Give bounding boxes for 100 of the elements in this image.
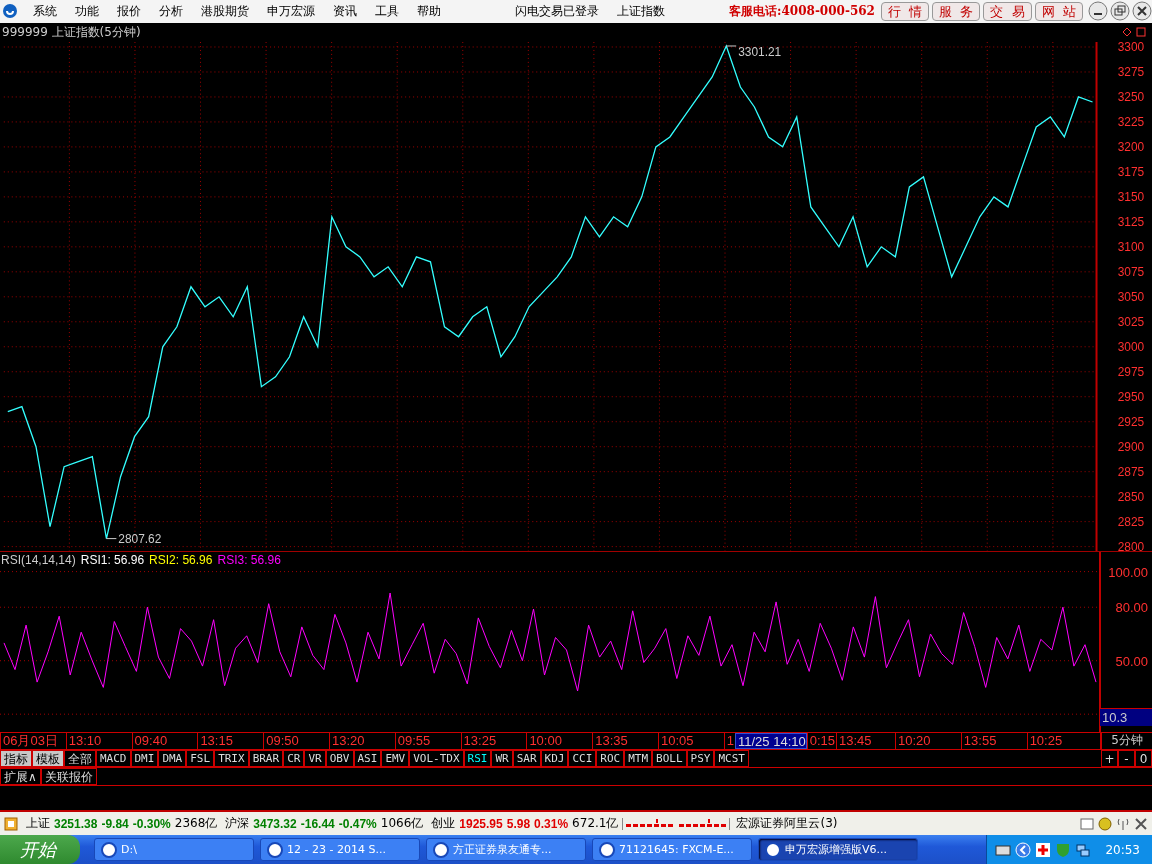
tools-icon[interactable] bbox=[1134, 816, 1148, 831]
axis-label: 3100 bbox=[1117, 239, 1145, 254]
coin-icon[interactable] bbox=[1098, 816, 1112, 831]
leader-line bbox=[105, 537, 117, 539]
menu-item[interactable]: 帮助 bbox=[408, 2, 450, 20]
indicator-tab[interactable]: RSI bbox=[463, 750, 492, 768]
indicator-tab[interactable]: TRIX bbox=[214, 750, 249, 768]
window-icon[interactable] bbox=[4, 816, 18, 831]
restore-icon[interactable] bbox=[1110, 1, 1130, 22]
indicator-tab[interactable]: DMA bbox=[158, 750, 187, 768]
axis-label: 2875 bbox=[1117, 464, 1145, 479]
index-percent: 0.31% bbox=[534, 816, 569, 831]
server-name: 宏源证券阿里云(3) bbox=[736, 815, 838, 833]
indicator-tab[interactable]: VOL-TDX bbox=[409, 750, 464, 768]
network-icon[interactable] bbox=[1075, 841, 1092, 858]
axis-label: 80.00 bbox=[1115, 600, 1148, 616]
index-change: 5.98 bbox=[506, 816, 531, 831]
menu-item[interactable]: 报价 bbox=[108, 2, 150, 20]
axis-label: 3000 bbox=[1117, 339, 1145, 354]
indicator-tab[interactable]: MTM bbox=[624, 750, 653, 768]
app-icon bbox=[101, 841, 117, 858]
chevron-icon[interactable] bbox=[1015, 841, 1032, 858]
clock-text: 20:53 bbox=[1105, 842, 1140, 857]
index-price: 3473.32 bbox=[253, 816, 297, 831]
menu-item[interactable]: 申万宏源 bbox=[258, 2, 324, 20]
group-tab[interactable]: 全部 bbox=[64, 750, 96, 768]
time-label: 10:25 bbox=[1026, 733, 1093, 750]
service-button[interactable]: 服 务 bbox=[932, 1, 981, 21]
first-aid-icon[interactable] bbox=[1035, 841, 1052, 858]
indicator-tab[interactable]: OBV bbox=[325, 750, 354, 768]
close-icon[interactable] bbox=[1132, 1, 1152, 22]
index-name: 创业 bbox=[431, 815, 456, 833]
taskbar-button[interactable]: 方正证券泉友通专... bbox=[426, 838, 586, 861]
indicator-tab[interactable]: MACD bbox=[96, 750, 131, 768]
status-text: 上证指数 bbox=[615, 2, 666, 20]
time-label: 13:20 bbox=[329, 733, 395, 750]
taskbar-button[interactable]: 71121645: FXCM-E... bbox=[592, 838, 752, 861]
indicator-tab[interactable]: BOLL bbox=[652, 750, 687, 768]
menu-item[interactable]: 工具 bbox=[366, 2, 408, 20]
minimize-icon[interactable] bbox=[1088, 1, 1108, 22]
menu-item[interactable]: 分析 bbox=[150, 2, 192, 20]
indicator-value: RSI1: 56.96 bbox=[80, 553, 145, 568]
service-button[interactable]: 交 易 bbox=[983, 1, 1032, 21]
extra-tab[interactable]: 关联报价 bbox=[40, 768, 97, 786]
indicator-tab[interactable]: PSY bbox=[686, 750, 715, 768]
indicator-tab[interactable]: ASI bbox=[353, 750, 382, 768]
menu-item[interactable]: 系统 bbox=[24, 2, 66, 20]
time-label: 09:40 bbox=[131, 733, 198, 750]
indicator-tab[interactable]: WR bbox=[491, 750, 513, 768]
service-button[interactable]: 网 站 bbox=[1034, 1, 1083, 21]
axis-label: 3275 bbox=[1117, 64, 1145, 79]
taskbar-button[interactable]: D:\ bbox=[94, 838, 254, 861]
axis-label: 2800 bbox=[1117, 539, 1145, 552]
app-icon bbox=[433, 841, 449, 858]
indicator-tab[interactable]: KDJ bbox=[540, 750, 569, 768]
window-icon[interactable] bbox=[1136, 27, 1146, 38]
indicator-tab[interactable]: DMI bbox=[130, 750, 159, 768]
indicator-tab[interactable]: SAR bbox=[512, 750, 541, 768]
hotline-text: 客服电话:4008-000-562 bbox=[729, 2, 875, 20]
zoom-button[interactable]: + bbox=[1101, 750, 1118, 768]
indicator-tab[interactable]: BRAR bbox=[248, 750, 284, 768]
index-percent: -0.30% bbox=[132, 816, 171, 831]
index-change: -9.84 bbox=[101, 816, 129, 831]
menu-item[interactable]: 功能 bbox=[66, 2, 108, 20]
index-price: 3251.38 bbox=[54, 816, 98, 831]
zoom-button[interactable]: 0 bbox=[1135, 750, 1152, 768]
axis-label: 3050 bbox=[1117, 289, 1145, 304]
service-button[interactable]: 行 情 bbox=[880, 1, 930, 21]
diamond-icon[interactable] bbox=[1122, 27, 1132, 38]
cursor-value: 10.3 bbox=[1100, 708, 1152, 727]
time-label: 10:20 bbox=[895, 733, 961, 750]
index-percent: -0.47% bbox=[338, 816, 377, 831]
document-icon[interactable] bbox=[1080, 816, 1094, 831]
leader-line bbox=[725, 45, 737, 47]
indicator-tab[interactable]: CR bbox=[283, 750, 305, 768]
extra-tab[interactable]: 扩展∧ bbox=[0, 768, 41, 786]
time-label: 09:50 bbox=[263, 733, 329, 750]
menu-item[interactable]: 资讯 bbox=[324, 2, 366, 20]
indicator-tab[interactable]: CCI bbox=[568, 750, 597, 768]
axis-label: 3200 bbox=[1117, 139, 1145, 154]
time-label: 13:25 bbox=[460, 733, 527, 750]
group-tab[interactable]: 指标 bbox=[0, 750, 32, 768]
chart-title: 999999 上证指数(5分钟) bbox=[2, 23, 141, 41]
axis-label: 2825 bbox=[1117, 514, 1145, 529]
time-label: 13:45 bbox=[836, 733, 896, 750]
indicator-tab[interactable]: ROC bbox=[596, 750, 625, 768]
start-button[interactable]: 开始 bbox=[0, 835, 80, 864]
indicator-tab[interactable]: EMV bbox=[381, 750, 410, 768]
status-text: 闪电交易已登录 bbox=[513, 2, 600, 20]
indicator-tab[interactable]: FSL bbox=[186, 750, 215, 768]
group-tab[interactable]: 模板 bbox=[32, 750, 64, 768]
antenna-icon[interactable] bbox=[1116, 816, 1130, 831]
menu-item[interactable]: 港股期货 bbox=[192, 2, 258, 20]
indicator-name: RSI(14,14,14) bbox=[1, 553, 76, 568]
zoom-button[interactable]: - bbox=[1118, 750, 1135, 768]
keyboard-icon[interactable] bbox=[995, 843, 1012, 856]
taskbar-button[interactable]: 12 - 23 - 2014 S... bbox=[260, 838, 420, 861]
taskbar-button[interactable]: 申万宏源增强版V6... bbox=[758, 838, 918, 861]
indicator-tab[interactable]: VR bbox=[304, 750, 326, 768]
indicator-tab[interactable]: MCST bbox=[714, 750, 749, 768]
